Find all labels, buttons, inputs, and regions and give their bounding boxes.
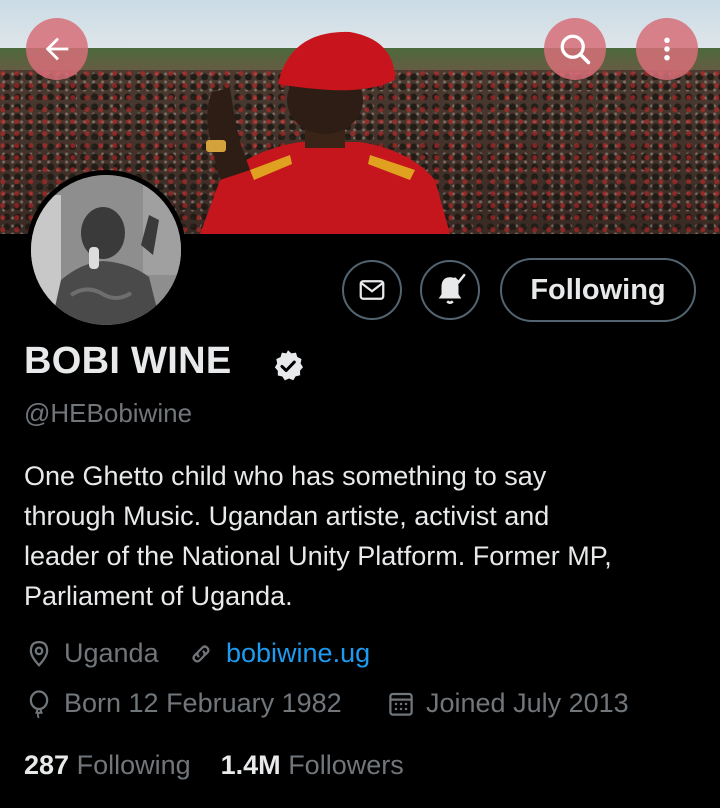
bio-line: Parliament of Uganda.	[24, 581, 293, 611]
arrow-left-icon	[45, 37, 69, 61]
location-pin-icon	[29, 640, 49, 667]
profile-birthday: Born 12 February 1982	[24, 688, 342, 719]
bio-line: through Music. Ugandan artiste, activist…	[24, 501, 550, 531]
envelope-icon	[359, 280, 385, 300]
calendar-icon	[389, 692, 413, 716]
following-label: Following	[76, 750, 191, 780]
message-button[interactable]	[342, 260, 402, 320]
search-icon	[560, 34, 591, 65]
bio-line: One Ghetto child who has something to sa…	[24, 461, 547, 491]
profile-stats: 287 Following 1.4M Followers	[24, 750, 404, 781]
back-button[interactable]	[26, 18, 88, 80]
following-button[interactable]: Following	[500, 258, 696, 322]
avatar-image	[31, 175, 181, 325]
followers-label: Followers	[288, 750, 404, 780]
avatar[interactable]	[26, 170, 186, 330]
more-vertical-icon	[664, 37, 670, 61]
joined-text: Joined July 2013	[426, 688, 629, 718]
more-options-button[interactable]	[636, 18, 698, 80]
link-icon	[192, 644, 210, 663]
birthday-text: Born 12 February 1982	[64, 688, 342, 718]
search-button[interactable]	[544, 18, 606, 80]
balloon-icon	[29, 689, 49, 718]
verified-badge-icon	[274, 350, 303, 381]
following-count: 287	[24, 750, 70, 780]
followers-count: 1.4M	[220, 750, 281, 780]
following-button-label: Following	[530, 273, 666, 306]
profile-joined: Joined July 2013	[386, 688, 629, 719]
profile-website[interactable]: bobiwine.ug	[186, 638, 370, 669]
banner-speaker-figure	[200, 31, 450, 234]
followers-stat[interactable]: 1.4M Followers	[221, 750, 404, 781]
profile-bio: One Ghetto child who has something to sa…	[24, 456, 704, 616]
website-link[interactable]: bobiwine.ug	[226, 638, 370, 669]
bell-check-icon	[438, 273, 466, 305]
bio-line: leader of the National Unity Platform. F…	[24, 541, 612, 571]
following-stat[interactable]: 287 Following	[24, 750, 191, 781]
location-text: Uganda	[64, 638, 159, 668]
profile-location: Uganda	[24, 638, 159, 669]
notifications-button[interactable]	[420, 260, 480, 320]
profile-name: BOBI WINE	[24, 340, 232, 382]
profile-handle: @HEBobiwine	[24, 398, 193, 428]
